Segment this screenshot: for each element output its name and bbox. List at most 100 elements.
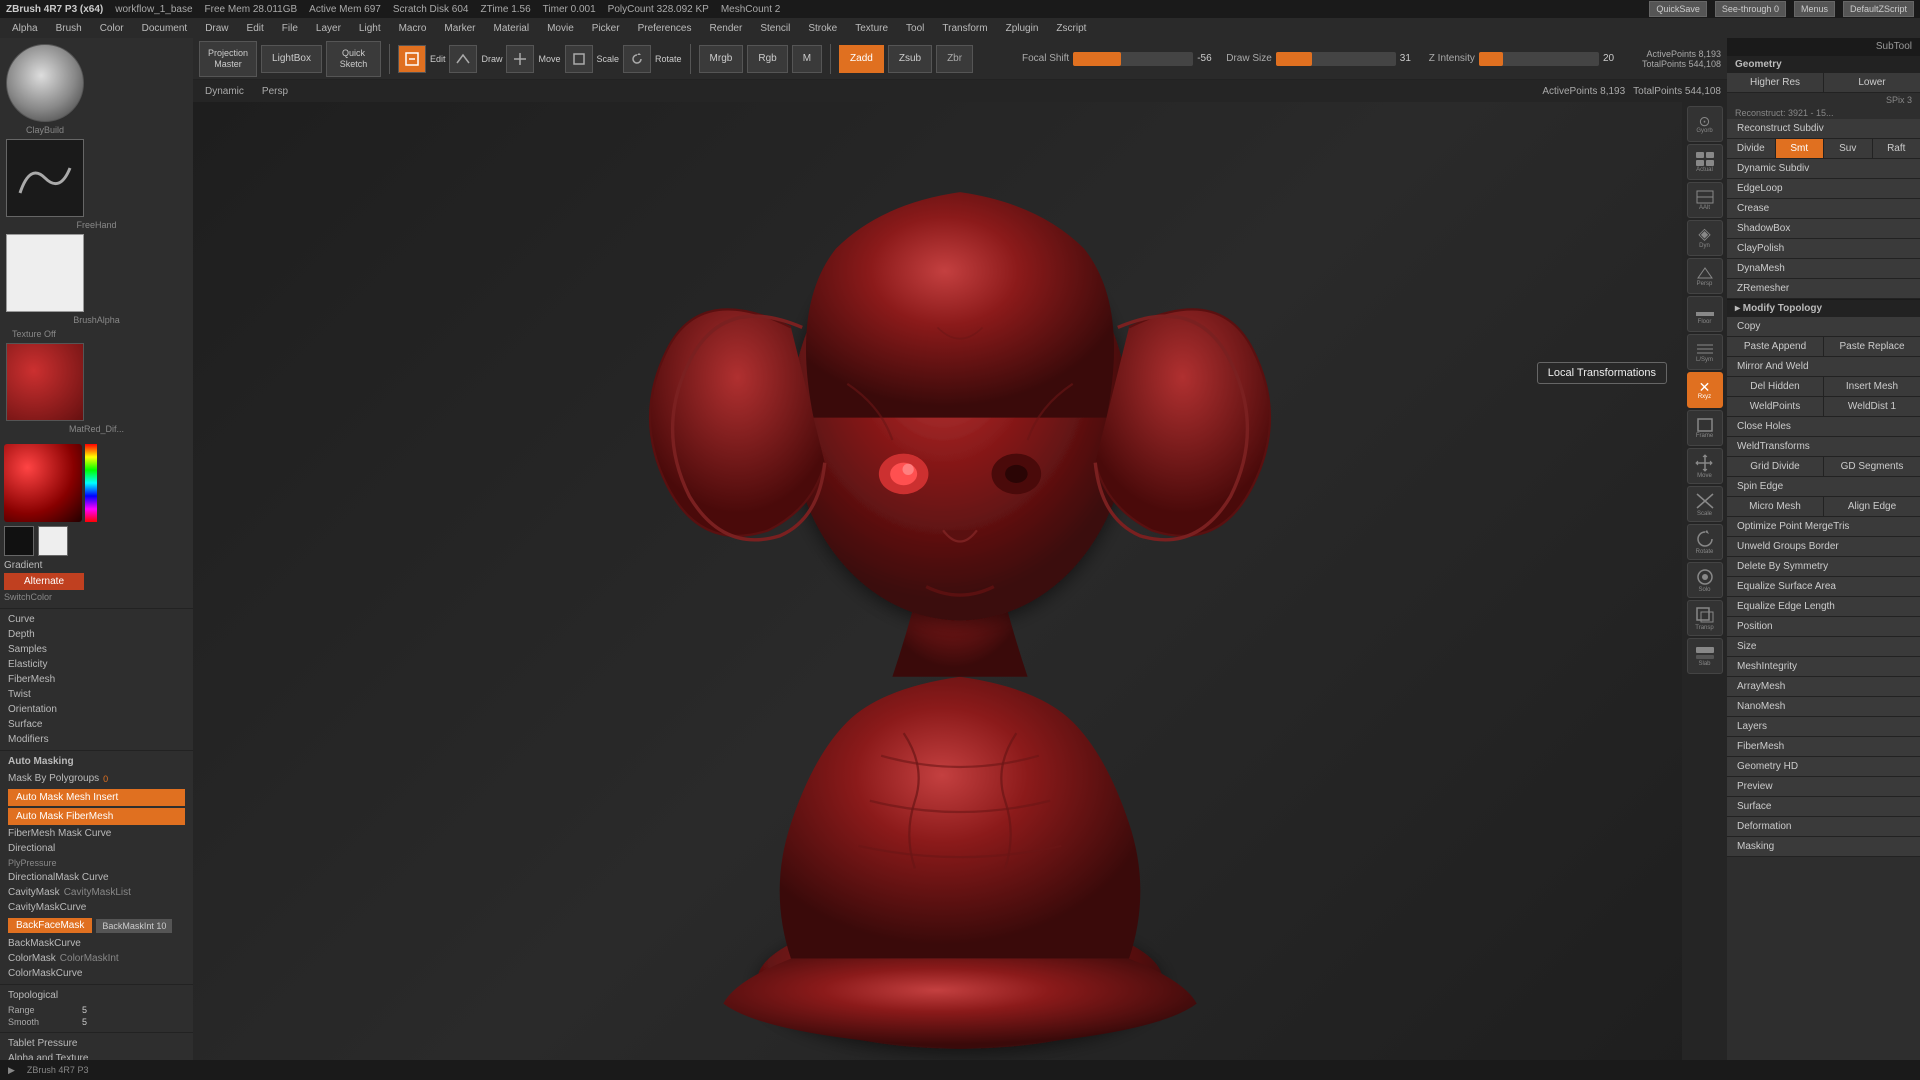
see-through-button[interactable]: See-through 0 [1715, 1, 1786, 17]
menu-edit[interactable]: Edit [239, 21, 272, 36]
preview-button[interactable]: Preview [1727, 777, 1920, 797]
persp-btn[interactable]: Persp [256, 84, 294, 99]
menu-draw[interactable]: Draw [197, 21, 236, 36]
menu-stroke[interactable]: Stroke [800, 21, 845, 36]
tool-transp[interactable]: Transp [1687, 600, 1723, 636]
menu-document[interactable]: Document [134, 21, 196, 36]
dynamic-btn[interactable]: Dynamic [199, 84, 250, 99]
modify-topology-title[interactable]: ▸ Modify Topology [1727, 299, 1920, 317]
mesh-integrity-button[interactable]: MeshIntegrity [1727, 657, 1920, 677]
tool-lsym[interactable]: L/Sym [1687, 334, 1723, 370]
equalize-surface-button[interactable]: Equalize Surface Area [1727, 577, 1920, 597]
menu-file[interactable]: File [274, 21, 306, 36]
menu-zplugin[interactable]: Zplugin [998, 21, 1047, 36]
menu-color[interactable]: Color [92, 21, 132, 36]
dynamic-subdiv-button[interactable]: Dynamic Subdiv [1727, 159, 1920, 179]
tool-solo[interactable]: Solo [1687, 562, 1723, 598]
option-orientation[interactable]: Orientation [8, 702, 185, 717]
auto-masking-title[interactable]: Auto Masking [8, 754, 185, 769]
alternate-button[interactable]: Alternate [4, 573, 84, 590]
projection-master-button[interactable]: ProjectionMaster [199, 41, 257, 77]
reconstruct-subdiv-button[interactable]: Reconstruct Subdiv [1727, 119, 1920, 139]
option-elasticity[interactable]: Elasticity [8, 657, 185, 672]
tablet-pressure-label[interactable]: Tablet Pressure [8, 1036, 185, 1051]
m-button[interactable]: M [792, 45, 822, 73]
tool-frame[interactable]: Frame [1687, 410, 1723, 446]
menu-preferences[interactable]: Preferences [630, 21, 700, 36]
delete-symmetry-button[interactable]: Delete By Symmetry [1727, 557, 1920, 577]
directional-label[interactable]: Directional [8, 841, 185, 856]
lower-res-button[interactable]: Lower [1824, 73, 1920, 92]
position-button[interactable]: Position [1727, 617, 1920, 637]
deformation-button[interactable]: Deformation [1727, 817, 1920, 837]
brush-thumb-claybuild[interactable] [6, 44, 84, 122]
lightbox-button[interactable]: LightBox [261, 45, 322, 73]
raft-button[interactable]: Raft [1873, 139, 1920, 158]
tool-gyrob[interactable]: ⊙ Gyorb [1687, 106, 1723, 142]
nanomesh-button[interactable]: NanoMesh [1727, 697, 1920, 717]
menu-brush[interactable]: Brush [48, 21, 90, 36]
draw-size-slider[interactable] [1276, 52, 1396, 66]
draw-button[interactable] [449, 45, 477, 73]
geometry-hd-button[interactable]: Geometry HD [1727, 757, 1920, 777]
menu-layer[interactable]: Layer [308, 21, 349, 36]
crease-button[interactable]: Crease [1727, 199, 1920, 219]
tool-persp[interactable]: Persp [1687, 258, 1723, 294]
brush-thumb-brushalpha[interactable] [6, 234, 84, 312]
option-depth[interactable]: Depth [8, 627, 185, 642]
option-fibermesh[interactable]: FiberMesh [8, 672, 185, 687]
menu-macro[interactable]: Macro [391, 21, 435, 36]
spin-edge-button[interactable]: Spin Edge [1727, 477, 1920, 497]
tool-rotate[interactable]: Rotate [1687, 524, 1723, 560]
option-curve[interactable]: Curve [8, 612, 185, 627]
menu-texture[interactable]: Texture [847, 21, 896, 36]
canvas-area[interactable]: Local Transformations [193, 102, 1727, 1060]
option-twist[interactable]: Twist [8, 687, 185, 702]
divide-button[interactable]: Divide [1727, 139, 1776, 158]
topological-title[interactable]: Topological [8, 988, 185, 1003]
tool-xyz[interactable]: ✕ Rxyz [1687, 372, 1723, 408]
auto-mask-mesh-insert-button[interactable]: Auto Mask Mesh Insert [8, 789, 185, 806]
menu-alpha[interactable]: Alpha [4, 21, 46, 36]
menu-light[interactable]: Light [351, 21, 389, 36]
geometry-section-title[interactable]: Geometry [1727, 55, 1920, 73]
size-button[interactable]: Size [1727, 637, 1920, 657]
zadd-button[interactable]: Zadd [839, 45, 884, 73]
rgb-button[interactable]: Rgb [747, 45, 787, 73]
del-hidden-button[interactable]: Del Hidden [1727, 377, 1824, 396]
tool-slab[interactable]: Slab [1687, 638, 1723, 674]
close-holes-button[interactable]: Close Holes [1727, 417, 1920, 437]
unweld-groups-button[interactable]: Unweld Groups Border [1727, 537, 1920, 557]
higher-res-button[interactable]: Higher Res [1727, 73, 1824, 92]
back-mask-int-btn[interactable]: BackMaskInt 10 [96, 919, 172, 933]
edit-button[interactable] [398, 45, 426, 73]
menu-marker[interactable]: Marker [436, 21, 483, 36]
color-mask-curve[interactable]: ColorMaskCurve [8, 966, 185, 981]
gd-segments-button[interactable]: GD Segments [1824, 457, 1920, 476]
swatch-black[interactable] [4, 526, 34, 556]
mrgb-button[interactable]: Mrgb [699, 45, 744, 73]
paste-append-button[interactable]: Paste Append [1727, 337, 1824, 356]
grid-divide-button[interactable]: Grid Divide [1727, 457, 1824, 476]
edgeloop-button[interactable]: EdgeLoop [1727, 179, 1920, 199]
claypolish-button[interactable]: ClayPolish [1727, 239, 1920, 259]
arraymesh-button[interactable]: ArrayMesh [1727, 677, 1920, 697]
weld-transforms-button[interactable]: WeldTransforms [1727, 437, 1920, 457]
color-gradient[interactable] [4, 444, 82, 522]
surface-button[interactable]: Surface [1727, 797, 1920, 817]
tool-aalt[interactable]: AAlt [1687, 182, 1723, 218]
menu-render[interactable]: Render [702, 21, 751, 36]
quick-sketch-button[interactable]: QuickSketch [326, 41, 381, 77]
micro-mesh-button[interactable]: Micro Mesh [1727, 497, 1824, 516]
scale-button[interactable] [565, 45, 593, 73]
cavity-list[interactable]: CavityMaskList [64, 885, 131, 900]
brush-thumb-freehand[interactable] [6, 139, 84, 217]
zbr-button[interactable]: Zbr [936, 45, 973, 73]
tool-dynamic[interactable]: ◈ Dyn [1687, 220, 1723, 256]
color-mask-label[interactable]: ColorMask [8, 951, 56, 966]
backface-mask-button[interactable]: BackFaceMask [8, 918, 92, 933]
copy-button[interactable]: Copy [1727, 317, 1920, 337]
menu-picker[interactable]: Picker [584, 21, 628, 36]
option-modifiers[interactable]: Modifiers [8, 732, 185, 747]
hue-strip[interactable] [85, 444, 97, 522]
